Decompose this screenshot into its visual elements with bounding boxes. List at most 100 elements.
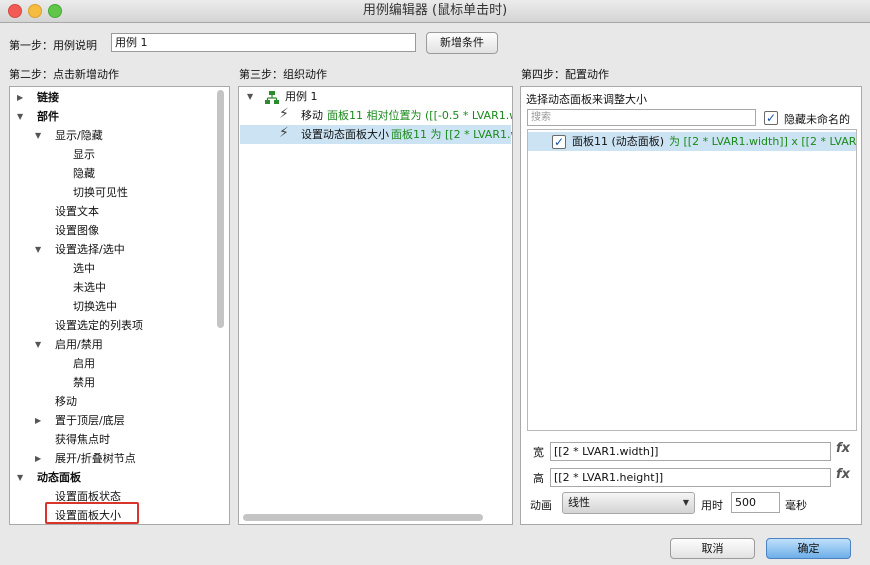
add-condition-button[interactable]: 新增条件 [426,32,498,54]
tree-item-label: 显示 [73,148,95,161]
configure-action-panel: 选择动态面板来调整大小 搜索 ✓ 隐藏未命名的 ✓ 面板11 (动态面板) 为 … [520,86,862,525]
hide-unnamed-label: 隐藏未命名的 [784,113,850,126]
panel-list: ✓ 面板11 (动态面板) 为 [[2 * LVAR1.width]] x [[… [527,129,857,431]
expand-arrow-icon[interactable]: ▼ [17,107,23,126]
tree-item[interactable]: 未选中 [10,278,210,297]
case-tree-icon [265,91,279,104]
window-title: 用例编辑器 (鼠标单击时) [362,3,508,18]
tree-item[interactable]: 切换选中 [10,297,210,316]
tree-item-label: 获得焦点时 [55,433,110,446]
action-name: 设置动态面板大小 [301,128,389,141]
tree-item-label: 设置文本 [55,205,99,218]
action-detail: 面板11 相对位置为 ([[-0.5 * LVAR1.width]],[[-0.… [327,109,512,122]
step2-label: 第二步：点击新增动作 [9,68,119,81]
collapse-arrow-icon[interactable]: ▶ [35,411,41,430]
tree-item[interactable]: ▶ 置于顶层/底层 [10,411,210,430]
tree-item-label: 选中 [73,262,95,275]
tree-item[interactable]: 显示 [10,145,210,164]
tree-item-label: 隐藏 [73,167,95,180]
height-fx-icon[interactable]: fx [836,467,850,482]
width-input[interactable]: [[2 * LVAR1.width]] [550,442,831,461]
lightning-icon: ⚡ [279,106,289,122]
action-tree-panel: ▶ 链接 ▼ 部件 ▼ 显示/隐藏显示隐藏切换可见性设置文本设置图像 ▼ 设置选择/选中选中未… [9,86,230,525]
lightning-icon: ⚡ [279,125,289,141]
tree-item[interactable]: ▼ 设置选择/选中 [10,240,210,259]
tree-item[interactable]: ▼ 动态面板 [10,468,210,487]
tree-item[interactable]: 设置图像 [10,221,210,240]
actions-hscrollbar[interactable] [243,514,483,521]
animation-label: 动画 [530,499,552,512]
tree-item[interactable]: ▼ 启用/禁用 [10,335,210,354]
ok-button[interactable]: 确定 [766,538,851,559]
tree-item[interactable]: 移动 [10,392,210,411]
tree-item-label: 动态面板 [37,471,81,484]
maximize-window-icon[interactable] [48,4,62,18]
close-window-icon[interactable] [8,4,22,18]
tree-item[interactable]: 获得焦点时 [10,430,210,449]
action-name: 移动 [301,109,323,122]
highlight-callout [45,502,139,524]
expand-arrow-icon[interactable]: ▼ [17,468,23,487]
tree-item-label: 禁用 [73,376,95,389]
minimize-window-icon[interactable] [28,4,42,18]
tree-item-label: 显示/隐藏 [55,129,103,142]
duration-label: 用时 [701,499,723,512]
tree-item[interactable]: ▶ 展开/折叠树节点 [10,449,210,468]
tree-item[interactable]: 禁用 [10,373,210,392]
panel-list-item[interactable]: ✓ 面板11 (动态面板) 为 [[2 * LVAR1.width]] x [[… [528,132,856,151]
tree-item-label: 部件 [37,110,59,123]
tree-scrollbar[interactable] [217,90,224,328]
width-fx-icon[interactable]: fx [836,441,850,456]
panel-item-name: 面板11 (动态面板) [572,135,665,148]
action-row-set-panel-size[interactable]: ⚡ 设置动态面板大小 面板11 为 [[2 * LVAR1.width]] x … [239,125,512,144]
action-detail: 面板11 为 [[2 * LVAR1.width]] x [[2 * LVAR1… [391,128,512,141]
organize-actions-panel: ▼ 用例 1 ⚡ 移动 面板11 相对位置为 ([[-0.5 * LVAR1.w… [238,86,513,525]
animation-value: 线性 [568,496,590,509]
tree-item[interactable]: ▶ 链接 [10,88,210,107]
tree-item-label: 设置图像 [55,224,99,237]
step4-label: 第四步：配置动作 [521,68,609,81]
animation-select[interactable]: 线性 ▼ [562,492,695,514]
tree-item-label: 未选中 [73,281,106,294]
tree-item-label: 切换选中 [73,300,117,313]
tree-item-label: 移动 [55,395,77,408]
tree-item[interactable]: 选中 [10,259,210,278]
expand-arrow-icon[interactable]: ▼ [247,87,253,106]
width-label: 宽 [533,446,544,459]
collapse-arrow-icon[interactable]: ▶ [35,449,41,468]
tree-item-label: 启用/禁用 [55,338,103,351]
case-name-input[interactable]: 用例 1 [111,33,416,52]
collapse-arrow-icon[interactable]: ▶ [17,88,23,107]
tree-item-label: 切换可见性 [73,186,128,199]
hide-unnamed-checkbox[interactable]: ✓ [764,111,778,125]
search-input[interactable]: 搜索 [527,109,756,126]
step3-label: 第三步：组织动作 [239,68,327,81]
tree-item-label: 链接 [37,91,59,104]
tree-item[interactable]: ▼ 显示/隐藏 [10,126,210,145]
select-panel-heading: 选择动态面板来调整大小 [526,93,647,106]
title-bar: 用例编辑器 (鼠标单击时) [0,0,870,23]
case-label: 用例 1 [285,90,318,103]
tree-item[interactable]: 隐藏 [10,164,210,183]
panel-item-checkbox[interactable]: ✓ [552,135,566,149]
chevron-down-icon: ▼ [682,498,689,507]
tree-item[interactable]: 设置文本 [10,202,210,221]
expand-arrow-icon[interactable]: ▼ [35,240,41,259]
cancel-button[interactable]: 取消 [670,538,755,559]
tree-item-label: 设置选择/选中 [55,243,125,256]
tree-item[interactable]: 切换可见性 [10,183,210,202]
tree-item-label: 置于顶层/底层 [55,414,125,427]
duration-unit: 毫秒 [785,499,807,512]
tree-item-label: 展开/折叠树节点 [55,452,136,465]
tree-item[interactable]: 启用 [10,354,210,373]
tree-item[interactable]: 设置选定的列表项 [10,316,210,335]
expand-arrow-icon[interactable]: ▼ [35,335,41,354]
panel-item-detail: 为 [[2 * LVAR1.width]] x [[2 * LVAR1.heig… [669,135,857,148]
height-input[interactable]: [[2 * LVAR1.height]] [550,468,831,487]
expand-arrow-icon[interactable]: ▼ [35,126,41,145]
action-row-move[interactable]: ⚡ 移动 面板11 相对位置为 ([[-0.5 * LVAR1.width]],… [239,106,512,125]
tree-item[interactable]: ▼ 部件 [10,107,210,126]
tree-item-label: 启用 [73,357,95,370]
duration-input[interactable]: 500 [731,492,780,513]
height-label: 高 [533,472,544,485]
